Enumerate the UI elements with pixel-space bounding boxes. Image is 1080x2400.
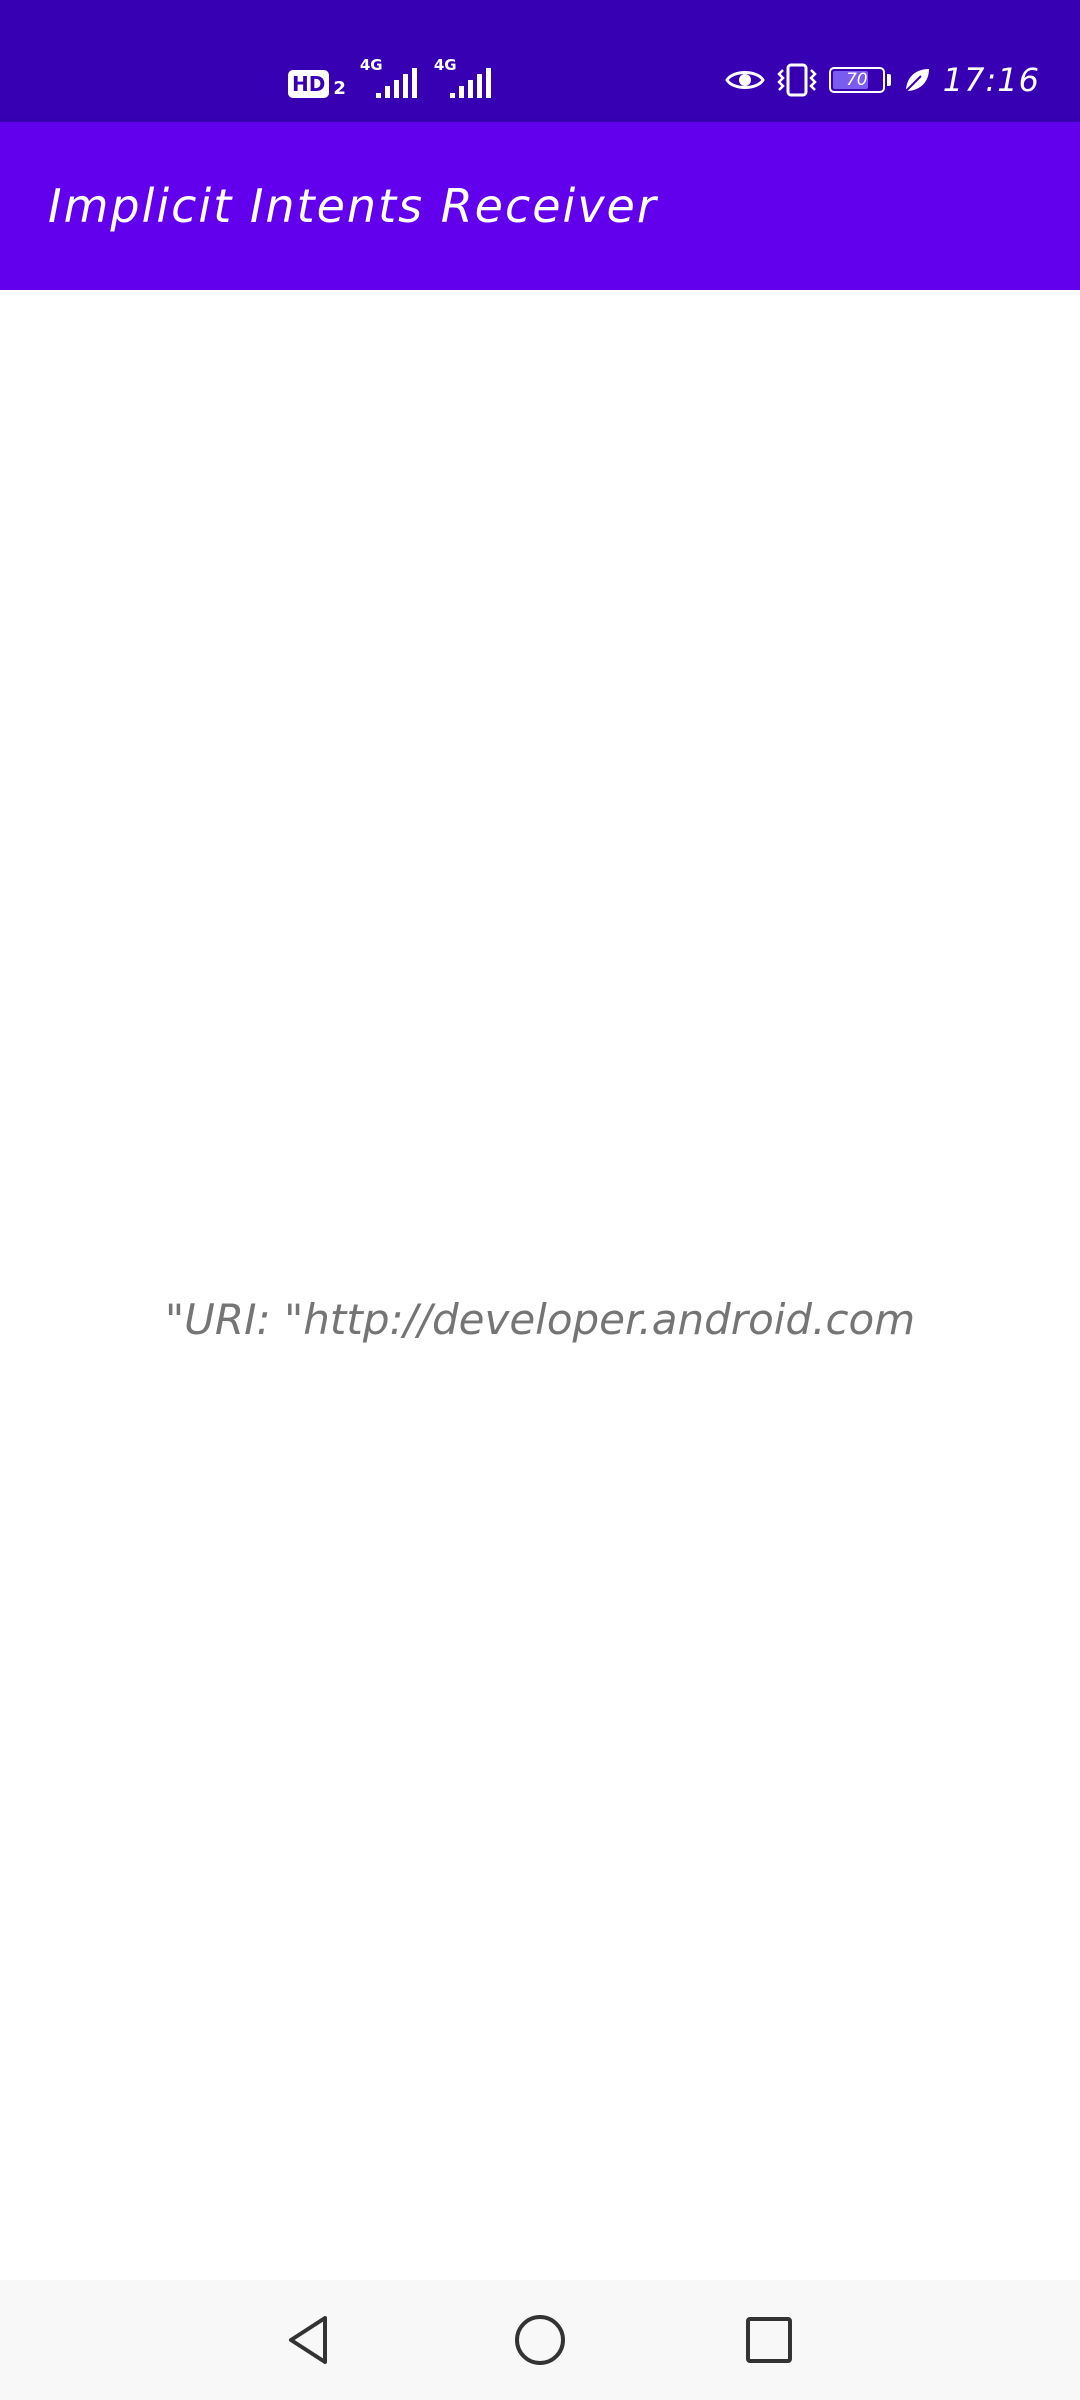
app-bar: Implicit Intents Receiver xyxy=(0,122,1080,290)
back-icon xyxy=(289,2316,327,2364)
hd-label: HD xyxy=(288,70,330,98)
status-bar-right: 70 17:16 xyxy=(725,58,1040,102)
hd-sub-label: 2 xyxy=(333,78,346,99)
vibrate-icon xyxy=(777,62,817,98)
status-bar-left: HD 2 4G 4G xyxy=(288,58,494,98)
uri-text: "URI: "http://developer.android.com xyxy=(164,1295,916,1344)
app-title: Implicit Intents Receiver xyxy=(48,179,658,233)
back-button[interactable] xyxy=(269,2300,349,2380)
navigation-bar xyxy=(0,2280,1080,2400)
eye-icon xyxy=(725,66,765,94)
status-bar: HD 2 4G 4G 70 17:16 xyxy=(0,0,1080,122)
screen: HD 2 4G 4G 70 17:16 Implicit Intents Rec… xyxy=(0,0,1080,2400)
status-clock: 17:16 xyxy=(942,61,1040,99)
recents-icon xyxy=(746,2317,792,2363)
main-content: "URI: "http://developer.android.com xyxy=(0,290,1080,2280)
home-icon xyxy=(515,2315,565,2365)
hd-voice-badge: HD 2 xyxy=(288,70,346,98)
battery-icon: 70 xyxy=(828,67,885,93)
signal-1-bars xyxy=(375,68,417,98)
signal-icon: 4G xyxy=(434,58,494,98)
signal-2-bars xyxy=(449,68,491,98)
recents-button[interactable] xyxy=(729,2300,809,2380)
leaf-icon xyxy=(903,66,931,94)
battery-level: 70 xyxy=(845,70,868,90)
battery-nub xyxy=(886,74,891,86)
signal-icon: 4G xyxy=(360,58,420,98)
home-button[interactable] xyxy=(500,2300,580,2380)
